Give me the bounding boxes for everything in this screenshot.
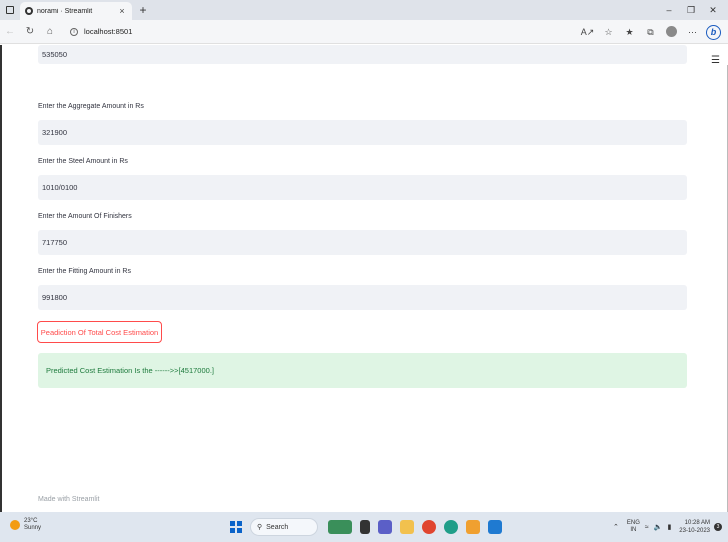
predict-button[interactable]: Peadiction Of Total Cost Estimation <box>37 321 162 343</box>
widgets-app-icon[interactable] <box>328 520 352 534</box>
teams-chat-icon[interactable] <box>378 520 392 534</box>
browser-toolbar: A↗ ☆ ★ ⧉ ⋯ b <box>577 20 724 44</box>
browser-tab[interactable]: norami · Streamlit × <box>20 2 132 20</box>
battery-icon[interactable]: ▮ <box>667 523 671 531</box>
browser-tab-bar: norami · Streamlit × + – ❐ ✕ <box>0 0 728 20</box>
notification-badge[interactable]: 3 <box>714 523 722 531</box>
volume-icon[interactable]: 🔈 <box>654 523 663 531</box>
profile-icon[interactable] <box>661 25 682 39</box>
taskbar-search[interactable]: ⚲ Search <box>250 518 318 536</box>
fitting-label: Enter the Fitting Amount in Rs <box>38 268 131 275</box>
edge-icon[interactable] <box>444 520 458 534</box>
main-menu-icon[interactable]: ☰ <box>711 55 720 66</box>
region-code: IN <box>630 527 637 533</box>
task-view-icon[interactable] <box>360 520 370 534</box>
streamlit-page: ☰ 535050 Enter the Aggregate Amount in R… <box>0 45 728 512</box>
favorite-star-icon[interactable]: ☆ <box>598 27 619 38</box>
tab-title: norami · Streamlit <box>37 7 93 15</box>
tab-close-icon[interactable]: × <box>117 6 127 16</box>
home-icon[interactable]: ⌂ <box>40 26 60 37</box>
site-info-icon[interactable]: i <box>70 27 78 36</box>
weather-widget[interactable]: 23°C Sunny <box>10 518 41 532</box>
back-arrow-icon[interactable]: ← <box>0 26 20 37</box>
streamlit-favicon-icon <box>25 7 33 15</box>
made-with-streamlit-link[interactable]: Made with Streamlit <box>38 496 99 503</box>
clock-date: 23-10-2023 <box>679 528 710 534</box>
file-explorer-icon[interactable] <box>400 520 414 534</box>
system-tray: ⌃ ENG IN ≈ 🔈 ▮ 10:28 AM 23-10-2023 3 <box>608 516 722 538</box>
finishers-amount-input[interactable]: 717750 <box>38 230 687 255</box>
result-success-box: Predicted Cost Estimation Is the ------>… <box>38 353 687 388</box>
language-code: ENG <box>626 520 640 526</box>
search-label: Search <box>266 523 289 531</box>
url-text: localhost:8501 <box>84 27 133 36</box>
language-indicator[interactable]: ENG IN <box>627 520 640 534</box>
read-aloud-icon[interactable]: A↗ <box>577 27 598 38</box>
chrome-icon[interactable] <box>422 520 436 534</box>
weather-description: Sunny <box>24 525 42 531</box>
finishers-label: Enter the Amount Of Finishers <box>38 213 132 220</box>
new-tab-button[interactable]: + <box>135 3 151 17</box>
bing-copilot-icon[interactable]: b <box>703 24 724 40</box>
first-amount-input[interactable]: 535050 <box>38 45 687 64</box>
url-field[interactable]: i localhost:8501 <box>64 23 564 41</box>
steel-amount-input[interactable]: 1010/0100 <box>38 175 687 200</box>
close-window-button[interactable]: ✕ <box>702 5 724 16</box>
sun-icon <box>10 520 20 530</box>
office-app-icon[interactable] <box>466 520 480 534</box>
aggregate-amount-input[interactable]: 321900 <box>38 120 687 145</box>
tab-actions-icon[interactable] <box>0 0 20 20</box>
fitting-amount-input[interactable]: 991800 <box>38 285 687 310</box>
windows-start-icon[interactable] <box>230 521 242 533</box>
weather-temperature: 23°C <box>24 518 38 524</box>
taskbar-apps: ⚲ Search <box>230 517 506 537</box>
window-controls: – ❐ ✕ <box>658 0 724 20</box>
minimize-button[interactable]: – <box>658 5 680 15</box>
windows-taskbar: 23°C Sunny ⚲ Search ⌃ ENG IN ≈ 🔈 ▮ 10:28… <box>0 512 728 542</box>
restore-button[interactable]: ❐ <box>680 5 702 16</box>
more-options-icon[interactable]: ⋯ <box>682 27 703 38</box>
wifi-icon[interactable]: ≈ <box>645 524 649 531</box>
clock[interactable]: 10:28 AM 23-10-2023 <box>679 519 710 535</box>
clock-time: 10:28 AM <box>684 520 710 526</box>
collections-icon[interactable]: ⧉ <box>640 27 661 38</box>
show-hidden-icons-icon[interactable]: ⌃ <box>613 523 619 531</box>
search-icon: ⚲ <box>257 524 263 531</box>
address-bar: ← ↻ ⌂ i localhost:8501 A↗ ☆ ★ ⧉ ⋯ b <box>0 20 728 44</box>
steel-label: Enter the Steel Amount in Rs <box>38 158 128 165</box>
refresh-icon[interactable]: ↻ <box>20 26 40 37</box>
left-border <box>0 45 2 512</box>
vscode-icon[interactable] <box>488 520 502 534</box>
favorites-icon[interactable]: ★ <box>619 27 640 38</box>
aggregate-label: Enter the Aggregate Amount in Rs <box>38 103 144 110</box>
